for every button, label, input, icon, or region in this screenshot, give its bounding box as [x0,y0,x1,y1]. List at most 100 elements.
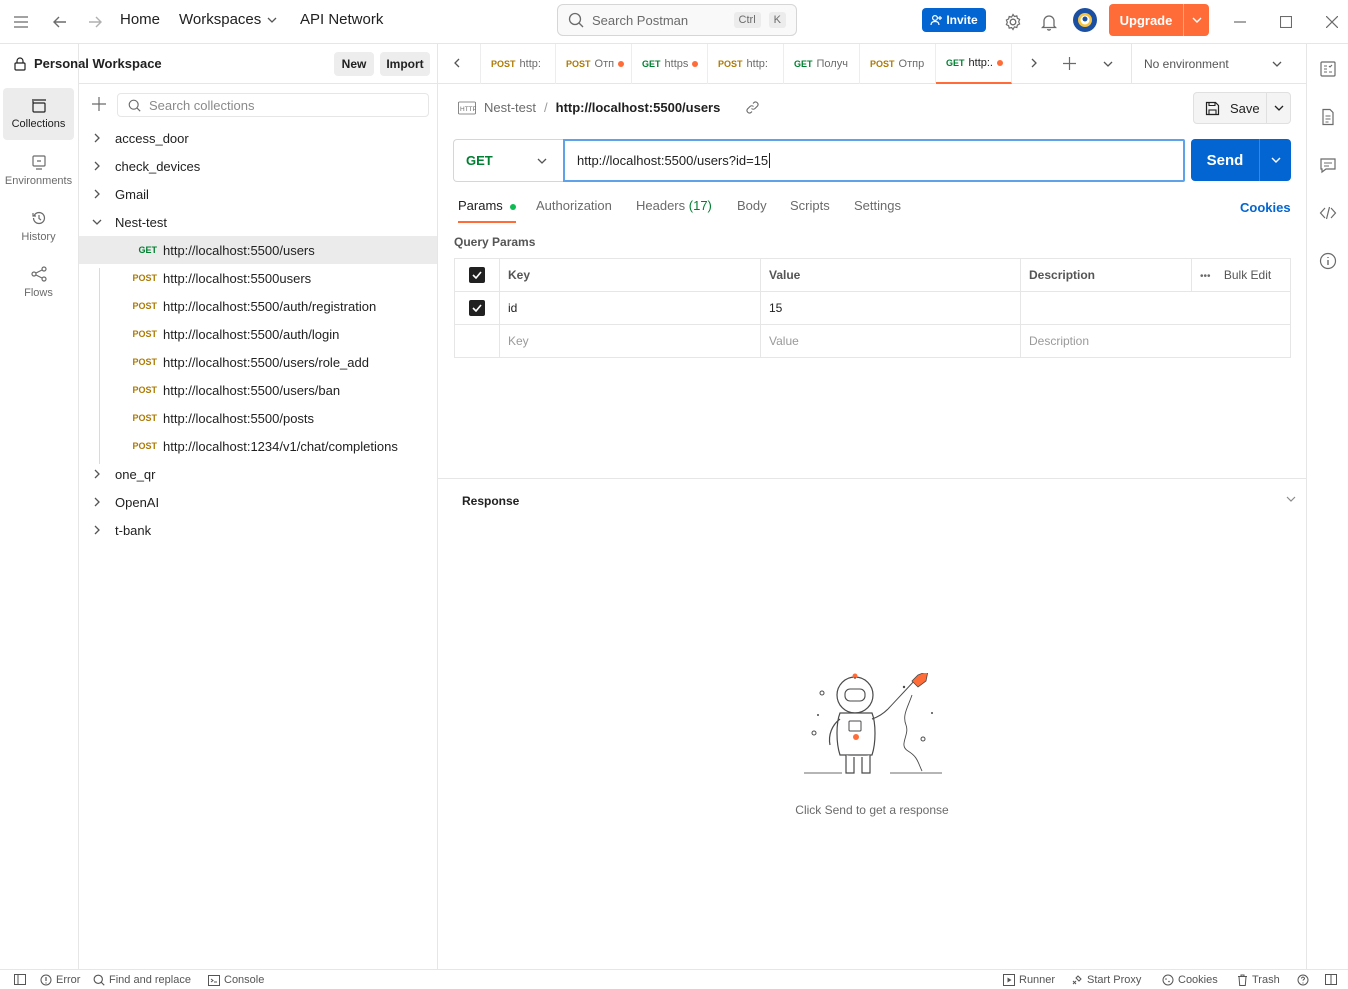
tab-active[interactable]: GET http:. [936,44,1012,84]
settings-gear-icon[interactable] [1001,10,1025,34]
upgrade-button[interactable]: Upgrade [1109,4,1209,36]
param-description-input[interactable] [1020,291,1291,325]
find-replace-button[interactable]: Find and replace [93,974,191,986]
close-window-icon[interactable] [1320,10,1344,34]
maximize-window-icon[interactable] [1274,10,1298,34]
tab-params[interactable]: Params [458,198,517,223]
collection-check-devices[interactable]: check_devices [79,152,437,180]
unsaved-dot [996,60,1003,66]
request-item[interactable]: POST http://localhost:5500/users/role_ad… [79,348,437,376]
back-arrow-icon[interactable] [48,10,72,34]
send-dropdown[interactable] [1259,139,1291,181]
runner-button[interactable]: Runner [1003,974,1055,986]
tabs-scroll-left-icon[interactable] [454,58,460,68]
save-disk-icon [1205,101,1220,115]
tab[interactable]: POST http: [480,44,556,84]
documentation-icon[interactable] [1319,108,1337,126]
nav-home[interactable]: Home [120,11,160,28]
trash-button[interactable]: Trash [1237,974,1280,986]
bell-icon[interactable] [1037,10,1061,34]
save-dropdown[interactable] [1266,93,1290,123]
row-checkbox[interactable] [469,300,485,316]
link-icon[interactable] [746,101,759,114]
tab-scripts[interactable]: Scripts [790,198,830,213]
nav-api-network[interactable]: API Network [300,11,383,28]
rail-flows[interactable]: Flows [3,256,74,308]
menu-icon[interactable] [9,10,33,34]
tab-body[interactable]: Body [737,198,767,213]
tab-headers[interactable]: Headers (17) [636,198,712,213]
request-item[interactable]: POST http://localhost:5500/posts [79,404,437,432]
workspace-title[interactable]: Personal Workspace [14,56,162,71]
invite-button[interactable]: Invite [922,8,986,32]
new-value-input[interactable]: Value [760,324,1021,358]
http-icon: HTTP [458,101,476,114]
add-collection-icon[interactable] [92,97,106,111]
select-all-checkbox[interactable] [469,267,485,283]
comments-icon[interactable] [1319,156,1337,174]
toggle-sidebar-icon[interactable] [14,974,26,985]
new-tab-plus-icon[interactable] [1063,57,1076,70]
request-item[interactable]: POST http://localhost:5500users [79,264,437,292]
request-item[interactable]: GET http://localhost:5500/users [79,236,437,264]
start-proxy-button[interactable]: Start Proxy [1071,974,1141,986]
minimize-window-icon[interactable] [1228,10,1252,34]
request-item[interactable]: POST http://localhost:1234/v1/chat/compl… [79,432,437,460]
param-key-input[interactable]: id [499,291,761,325]
nav-workspaces[interactable]: Workspaces [179,11,277,28]
tab[interactable]: GET Получ [784,44,860,84]
cookies-link[interactable]: Cookies [1240,200,1291,215]
collections-search-input[interactable]: Search collections [117,93,429,117]
tab[interactable]: POST Отп [556,44,632,84]
two-pane-layout-icon[interactable] [1325,974,1337,985]
url-input[interactable]: http://localhost:5500/users?id=15 [563,139,1185,182]
more-dots-icon[interactable]: ••• [1200,271,1211,282]
tab[interactable]: GET https [632,44,708,84]
request-item[interactable]: POST http://localhost:5500/auth/registra… [79,292,437,320]
collapse-response-chevron-icon[interactable] [1286,496,1296,502]
tab-authorization[interactable]: Authorization [536,198,612,213]
collection-gmail[interactable]: Gmail [79,180,437,208]
rail-collections-label: Collections [11,117,66,130]
collection-t-bank[interactable]: t-bank [79,516,437,544]
collection-one-qr[interactable]: one_qr [79,460,437,488]
collection-access-door[interactable]: access_door [79,124,437,152]
bulk-edit-button[interactable]: ••• Bulk Edit [1191,258,1291,292]
request-item[interactable]: POST http://localhost:5500/auth/login [79,320,437,348]
save-button[interactable]: Save [1193,92,1291,124]
method-select[interactable]: GET [453,139,563,182]
rail-history[interactable]: History [3,200,74,252]
global-search[interactable]: Search Postman Ctrl K [557,4,797,36]
new-key-input[interactable]: Key [499,324,761,358]
upgrade-dropdown[interactable] [1183,4,1209,36]
tabs-overflow-chevron-icon[interactable] [1103,61,1113,67]
request-item[interactable]: POST http://localhost:5500/users/ban [79,376,437,404]
forward-arrow-icon[interactable] [83,10,107,34]
import-button[interactable]: Import [380,52,430,76]
tab-settings[interactable]: Settings [854,198,901,213]
collection-openai[interactable]: OpenAI [79,488,437,516]
cookies-footer-button[interactable]: Cookies [1162,974,1218,986]
api-docs-icon[interactable] [1319,60,1337,78]
param-value-input[interactable]: 15 [760,291,1021,325]
breadcrumb-collection[interactable]: Nest-test [484,100,536,115]
info-icon[interactable] [1319,252,1337,270]
request-title[interactable]: http://localhost:5500/users [556,100,721,115]
error-label: Error [56,974,81,986]
tab[interactable]: POST http: [708,44,784,84]
rail-collections[interactable]: Collections [3,88,74,140]
avatar[interactable] [1072,7,1098,33]
error-status[interactable]: Error [40,974,80,986]
tab-headers-label: Headers [636,198,686,213]
collection-nest-test[interactable]: Nest-test [79,208,437,236]
help-icon[interactable] [1297,974,1309,986]
new-button[interactable]: New [334,52,374,76]
environment-selector[interactable]: No environment [1131,44,1306,84]
tabs-scroll-right-icon[interactable] [1031,58,1037,68]
new-description-input[interactable]: Description [1020,324,1291,358]
console-button[interactable]: Console [208,974,264,986]
send-button[interactable]: Send [1191,139,1291,181]
code-icon[interactable] [1319,204,1337,222]
tab[interactable]: POST Отпр [860,44,936,84]
rail-environments[interactable]: Environments [3,144,74,196]
